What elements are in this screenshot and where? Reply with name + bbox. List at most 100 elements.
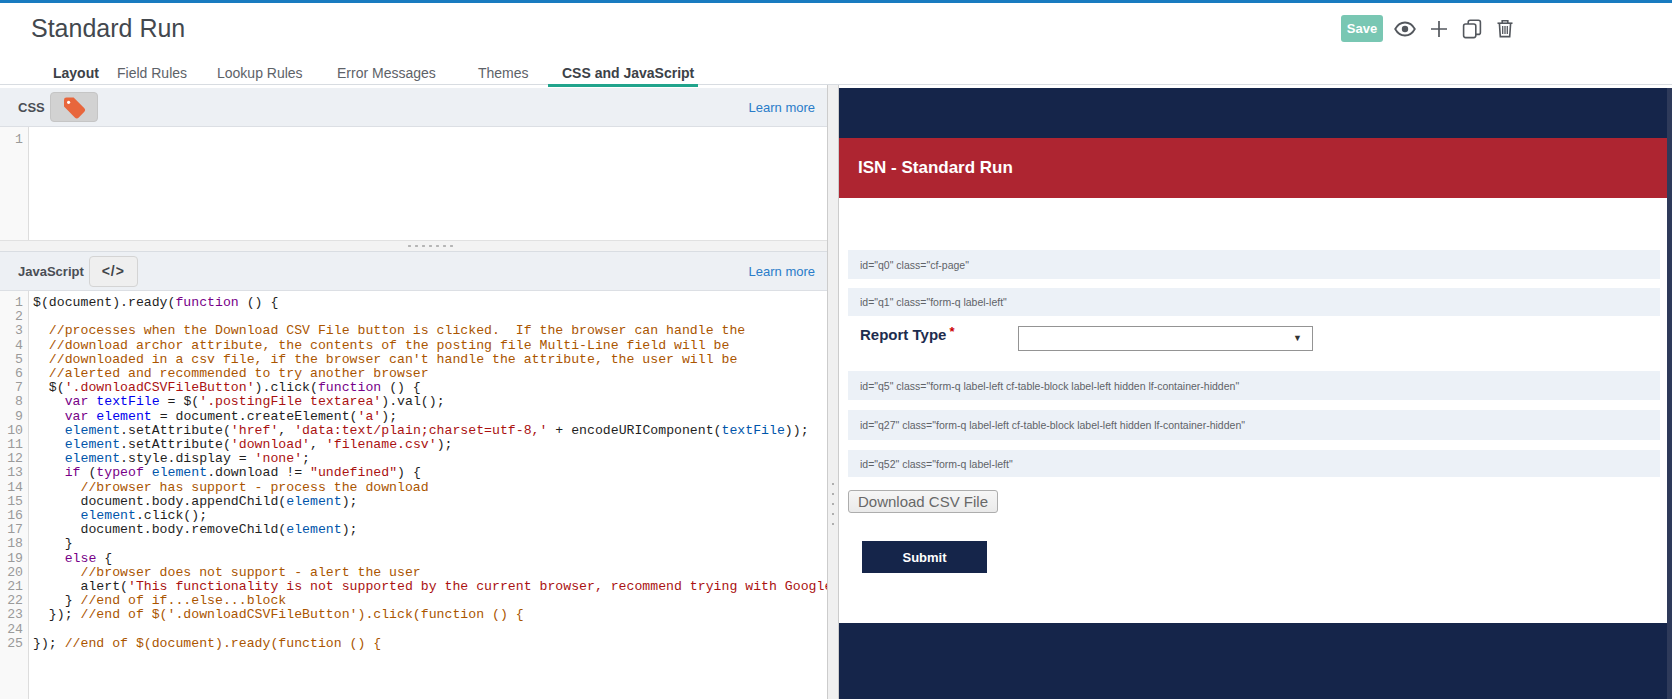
line-number: 9 — [0, 410, 23, 424]
copy-button[interactable] — [1462, 15, 1482, 42]
tab-field-rules[interactable]: Field Rules — [117, 52, 187, 84]
line-number: 17 — [0, 523, 23, 537]
code-line: }); //end of $(document).ready(function … — [33, 637, 827, 651]
code-line: $(document).ready(function () { — [33, 296, 827, 310]
tag-icon — [61, 95, 87, 120]
line-number: 24 — [0, 623, 23, 637]
js-editor[interactable]: 1234567891011121314151617181920212223242… — [0, 291, 827, 699]
code-line: element.style.display = 'none'; — [33, 452, 827, 466]
code-line — [33, 623, 827, 637]
line-number: 7 — [0, 381, 23, 395]
form-banner: ISN - Standard Run — [839, 138, 1667, 198]
header-actions: Save — [1341, 15, 1528, 42]
code-line: //downloaded in a csv file, if the brows… — [33, 353, 827, 367]
code-line: var element = document.createElement('a'… — [33, 410, 827, 424]
code-line — [33, 133, 827, 147]
code-line: //processes when the Download CSV File b… — [33, 324, 827, 338]
form-placeholder-block: id="q27" class="form-q label-left cf-tab… — [848, 410, 1660, 440]
report-type-label: Report Type* — [860, 324, 954, 343]
preview-eye-button[interactable] — [1394, 15, 1416, 42]
line-number: 25 — [0, 637, 23, 651]
preview-right-strip — [1667, 88, 1672, 699]
delete-button[interactable] — [1496, 15, 1514, 42]
page-title: Standard Run — [31, 13, 185, 43]
css-panel-header: CSS Learn more — [0, 88, 827, 127]
line-number: 8 — [0, 395, 23, 409]
js-editor-gutter: 1234567891011121314151617181920212223242… — [0, 291, 29, 699]
line-number: 1 — [0, 133, 23, 147]
line-number: 16 — [0, 509, 23, 523]
vertical-resize-handle[interactable] — [827, 85, 839, 699]
css-learn-more-link[interactable]: Learn more — [749, 100, 815, 115]
resize-grip-dots — [407, 244, 454, 248]
code-line: element.setAttribute('href', 'data:text/… — [33, 424, 827, 438]
submit-button[interactable]: Submit — [862, 541, 987, 573]
css-panel-title: CSS — [18, 100, 45, 115]
eye-icon — [1394, 21, 1416, 37]
code-line: alert('This functionality is not support… — [33, 580, 827, 594]
line-number: 2 — [0, 310, 23, 324]
code-line: //browser has support - process the down… — [33, 481, 827, 495]
vertical-resize-grip-dots — [831, 475, 835, 533]
line-number: 23 — [0, 608, 23, 622]
css-editor-content[interactable] — [30, 127, 827, 240]
line-number: 11 — [0, 438, 23, 452]
js-learn-more-link[interactable]: Learn more — [749, 264, 815, 279]
form-placeholder-block: id="q5" class="form-q label-left cf-tabl… — [848, 371, 1660, 400]
code-line: //browser does not support - alert the u… — [33, 566, 827, 580]
line-number: 4 — [0, 339, 23, 353]
plus-icon — [1430, 20, 1448, 38]
line-number: 14 — [0, 481, 23, 495]
line-number: 1 — [0, 296, 23, 310]
css-tag-button[interactable] — [50, 92, 98, 122]
code-line: if (typeof element.download != "undefine… — [33, 466, 827, 480]
line-number: 22 — [0, 594, 23, 608]
select-dropdown-arrow: ▼ — [1293, 333, 1302, 343]
code-line: //download archor attribute, the content… — [33, 339, 827, 353]
code-line: element.setAttribute('download', 'filena… — [33, 438, 827, 452]
line-number: 21 — [0, 580, 23, 594]
line-number: 12 — [0, 452, 23, 466]
js-panel-header: JavaScript </> Learn more — [0, 251, 827, 291]
form-placeholder-block: id="q1" class="form-q label-left" — [848, 288, 1660, 316]
code-line: } //end of if...else...block — [33, 594, 827, 608]
line-number: 19 — [0, 552, 23, 566]
js-editor-content[interactable]: $(document).ready(function () { //proces… — [30, 291, 827, 699]
top-accent-bar — [0, 0, 1672, 3]
code-line: }); //end of $('.downloadCSVFileButton')… — [33, 608, 827, 622]
required-asterisk: * — [949, 324, 954, 339]
line-number: 3 — [0, 324, 23, 338]
code-line: $('.downloadCSVFileButton').click(functi… — [33, 381, 827, 395]
form-page: id="q0" class="cf-page" id="q1" class="f… — [839, 198, 1667, 623]
line-number: 5 — [0, 353, 23, 367]
panel-resize-handle[interactable] — [0, 240, 827, 251]
line-number: 20 — [0, 566, 23, 580]
tab-layout[interactable]: Layout — [53, 52, 99, 84]
form-placeholder-block: id="q52" class="form-q label-left" — [848, 450, 1660, 477]
add-button[interactable] — [1430, 15, 1448, 42]
tab-themes[interactable]: Themes — [478, 52, 529, 84]
code-line: var textFile = $('.postingFile textarea'… — [33, 395, 827, 409]
download-csv-button[interactable]: Download CSV File — [848, 490, 998, 513]
js-panel-title: JavaScript — [18, 264, 84, 279]
line-number: 13 — [0, 466, 23, 480]
css-editor[interactable]: 1 — [0, 127, 827, 240]
form-placeholder-block: id="q0" class="cf-page" — [848, 250, 1660, 279]
save-button[interactable]: Save — [1341, 15, 1383, 42]
report-type-select[interactable]: ▼ — [1018, 326, 1313, 351]
tab-lookup-rules[interactable]: Lookup Rules — [217, 52, 303, 84]
line-number: 18 — [0, 537, 23, 551]
code-line: document.body.removeChild(element); — [33, 523, 827, 537]
app-root: Standard Run Save Layout Field Rules Looku… — [0, 0, 1672, 699]
code-line: else { — [33, 552, 827, 566]
css-editor-gutter: 1 — [0, 127, 29, 240]
active-tab-underline — [548, 84, 698, 87]
form-banner-title: ISN - Standard Run — [858, 158, 1013, 178]
code-line: element.click(); — [33, 509, 827, 523]
tab-bar: Layout Field Rules Lookup Rules Error Messa… — [0, 52, 827, 84]
tab-error-messages[interactable]: Error Messages — [337, 52, 436, 84]
tab-css-and-javascript[interactable]: CSS and JavaScript — [562, 52, 694, 84]
js-code-button[interactable]: </> — [89, 256, 138, 287]
code-line: //alerted and recommended to try another… — [33, 367, 827, 381]
trash-icon — [1496, 19, 1514, 38]
